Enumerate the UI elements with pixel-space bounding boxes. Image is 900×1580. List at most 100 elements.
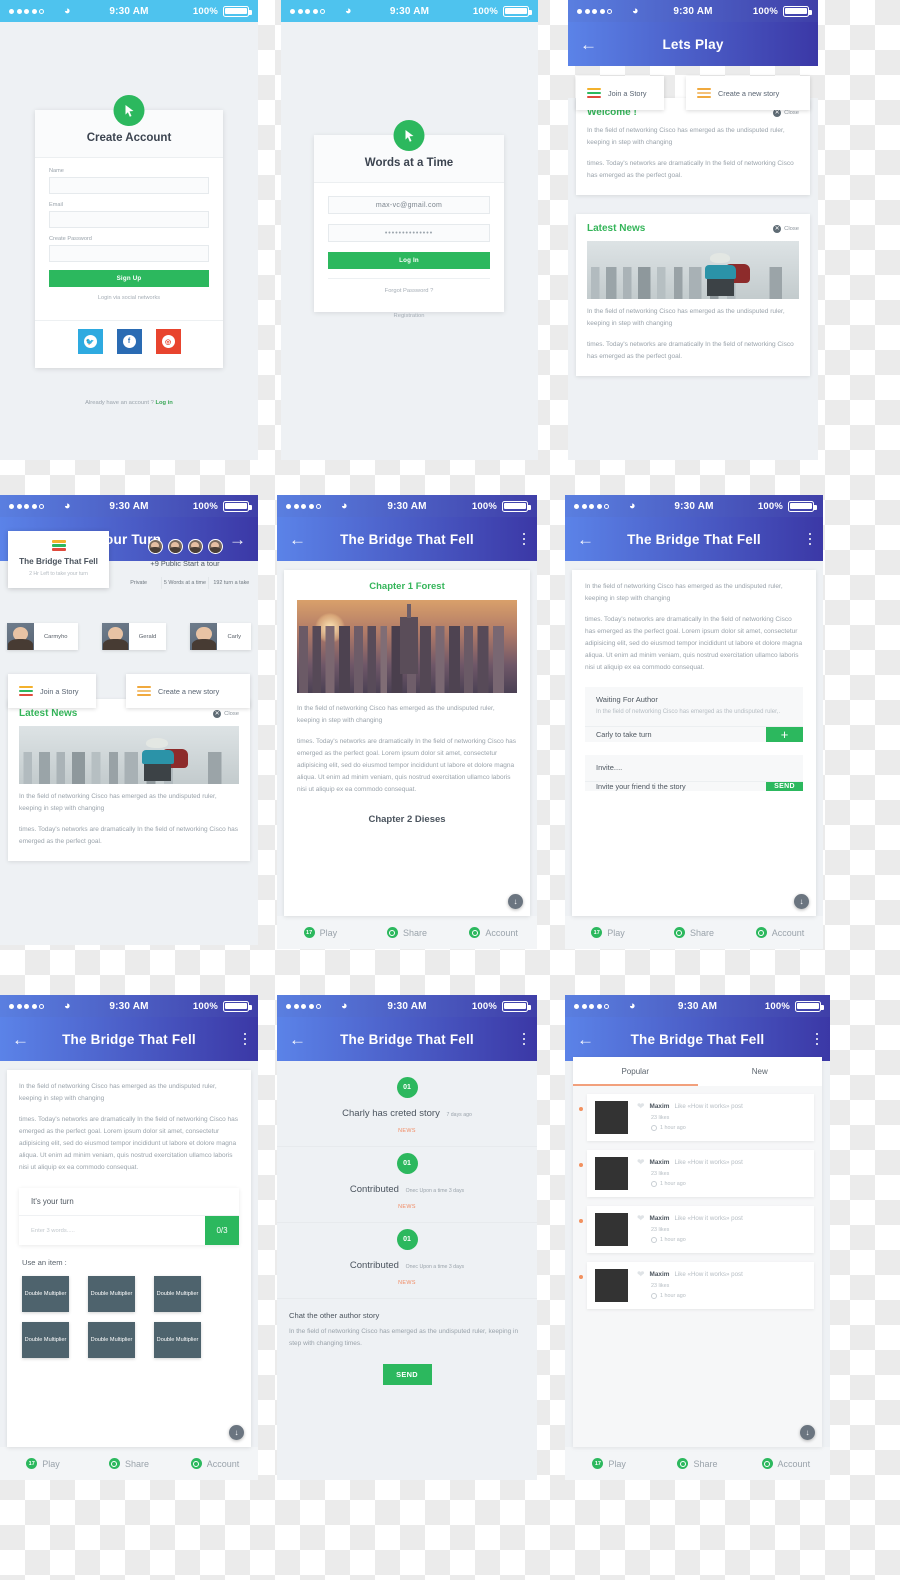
tab-popular[interactable]: Popular <box>573 1057 698 1086</box>
next-icon[interactable]: → <box>229 531 246 548</box>
tab-new[interactable]: New <box>698 1057 823 1086</box>
tab-play[interactable]: 17 Play <box>565 927 651 938</box>
login-button[interactable]: Log In <box>328 252 490 269</box>
battery-icon <box>503 5 532 17</box>
list-item[interactable]: ❤ Maxim Like «How it works» post 23 like… <box>579 1206 814 1253</box>
pinterest-icon[interactable]: ◎ <box>155 329 181 354</box>
avatar <box>147 539 163 554</box>
back-icon[interactable]: ← <box>289 531 306 548</box>
more-options-icon[interactable] <box>522 532 525 546</box>
back-icon[interactable]: ← <box>289 1031 306 1048</box>
news-paragraph-2: times. Today's networks are dramatically… <box>587 341 794 361</box>
signup-button[interactable]: Sign Up <box>49 270 209 287</box>
post-thumbnail <box>595 1101 628 1134</box>
unread-dot-icon <box>579 1163 583 1167</box>
send-invite-button[interactable]: SEND <box>766 781 803 791</box>
news-image <box>19 726 239 784</box>
chapter-paragraph-2: times. Today's networks are dramatically… <box>297 738 516 794</box>
join-story-button[interactable]: Join a Story <box>8 674 96 708</box>
clock-icon <box>651 1181 657 1187</box>
tab-play[interactable]: 17 Play <box>0 1458 86 1469</box>
close-button[interactable]: ✕ Close <box>213 709 239 718</box>
scroll-down-button[interactable]: ↓ <box>794 894 809 909</box>
app-bar: ← The Bridge That Fell <box>565 1017 830 1061</box>
more-options-icon[interactable] <box>815 1032 818 1046</box>
story-card[interactable]: The Bridge That Fell 2 Hr Left to take y… <box>8 531 109 588</box>
join-story-button[interactable]: Join a Story <box>576 76 664 110</box>
add-turn-button[interactable]: + <box>766 726 803 742</box>
post-time: 1 hour ago <box>660 1237 686 1243</box>
item-card[interactable]: Double Multiplier <box>88 1276 135 1313</box>
battery-icon <box>783 5 812 17</box>
create-story-button[interactable]: Create a new story <box>686 76 810 110</box>
tab-account[interactable]: Account <box>450 927 537 938</box>
person-name: Carmyho <box>44 633 68 640</box>
scroll-down-button[interactable]: ↓ <box>508 894 523 909</box>
battery-icon <box>223 500 252 512</box>
footer-text: Already have an account ? <box>85 400 154 406</box>
list-item[interactable]: Gerald <box>101 623 167 650</box>
waiting-title: Waiting For Author <box>596 695 658 705</box>
tab-play[interactable]: 17 Play <box>277 927 364 938</box>
welcome-card: Welcome ! ✕ Close In the field of networ… <box>576 98 810 196</box>
screen-activity-feed: ◕ 9:30 AM 100% ← The Bridge That Fell 01… <box>277 995 537 1480</box>
account-icon <box>469 927 481 938</box>
email-field[interactable] <box>49 211 209 228</box>
list-item[interactable]: ❤ Maxim Like «How it works» post 23 like… <box>579 1094 814 1141</box>
back-icon[interactable]: ← <box>580 36 597 53</box>
more-options-icon[interactable] <box>522 1032 525 1046</box>
tab-share[interactable]: Share <box>651 927 737 938</box>
registration-link[interactable]: Registration <box>314 313 504 319</box>
more-options-icon[interactable] <box>808 532 811 546</box>
tab-share[interactable]: Share <box>86 1458 172 1469</box>
chat-text: In the field of networking Cisco has eme… <box>289 1328 519 1348</box>
item-card[interactable]: Double Multiplier <box>22 1322 69 1359</box>
close-button[interactable]: ✕ Close <box>773 224 799 233</box>
password-field[interactable] <box>49 245 209 262</box>
feed-item[interactable]: 01 Charly has creted story 7 days ago NE… <box>277 1071 537 1147</box>
app-bar: ← The Bridge That Fell <box>277 1017 537 1061</box>
facebook-icon[interactable]: f <box>116 329 142 354</box>
create-story-button[interactable]: Create a new story <box>126 674 250 708</box>
list-item[interactable]: ❤ Maxim Like «How it works» post 23 like… <box>579 1150 814 1197</box>
turn-row-label: Carly to take turn <box>596 729 652 739</box>
paragraph-2: times. Today's networks are dramatically… <box>585 616 803 672</box>
login-link[interactable]: Log in <box>155 400 172 406</box>
item-card[interactable]: Double Multiplier <box>88 1322 135 1359</box>
tab-account[interactable]: Account <box>742 1458 830 1469</box>
back-icon[interactable]: ← <box>577 531 594 548</box>
list-item[interactable]: Carly <box>190 623 251 650</box>
page-title: The Bridge That Fell <box>340 1031 474 1047</box>
chapter-image <box>297 600 517 693</box>
tab-share-label: Share <box>693 1458 718 1469</box>
twitter-icon[interactable]: 🐦 <box>77 329 103 354</box>
tab-share[interactable]: Share <box>364 927 451 938</box>
forgot-password-link[interactable]: Forgot Password ? <box>328 278 490 306</box>
name-field[interactable] <box>49 177 209 194</box>
item-card[interactable]: Double Multiplier <box>154 1276 201 1313</box>
scroll-down-button[interactable]: ↓ <box>800 1425 815 1440</box>
tab-account[interactable]: Account <box>172 1458 258 1469</box>
list-item[interactable]: ❤ Maxim Like «How it works» post 23 like… <box>579 1262 814 1309</box>
words-input[interactable]: Enter 3 words..... <box>19 1216 205 1245</box>
back-icon[interactable]: ← <box>12 1031 29 1048</box>
post-likes: 23 likes <box>651 1283 670 1289</box>
feed-item[interactable]: 01 Contributed Onec Upon a time 3 days N… <box>277 1223 537 1299</box>
password-input[interactable]: •••••••••••••• <box>328 224 490 242</box>
scroll-down-button[interactable]: ↓ <box>229 1425 244 1440</box>
tab-share[interactable]: Share <box>653 1458 741 1469</box>
email-input[interactable]: max-vc@gmail.com <box>328 196 490 214</box>
send-button[interactable]: SEND <box>382 1364 432 1386</box>
list-item[interactable]: Carmyho <box>7 623 78 650</box>
item-card[interactable]: Double Multiplier <box>22 1276 69 1313</box>
item-card[interactable]: Double Multiplier <box>154 1322 201 1359</box>
tab-play[interactable]: 17 Play <box>565 1458 653 1469</box>
more-options-icon[interactable] <box>243 1032 246 1046</box>
page-title: The Bridge That Fell <box>627 531 761 547</box>
back-icon[interactable]: ← <box>577 1031 594 1048</box>
unread-dot-icon <box>579 1219 583 1223</box>
post-time: 1 hour ago <box>660 1293 686 1299</box>
feed-item[interactable]: 01 Contributed Onec Upon a time 3 days N… <box>277 1147 537 1223</box>
tab-account[interactable]: Account <box>737 927 823 938</box>
heart-icon: ❤ <box>637 1101 645 1111</box>
